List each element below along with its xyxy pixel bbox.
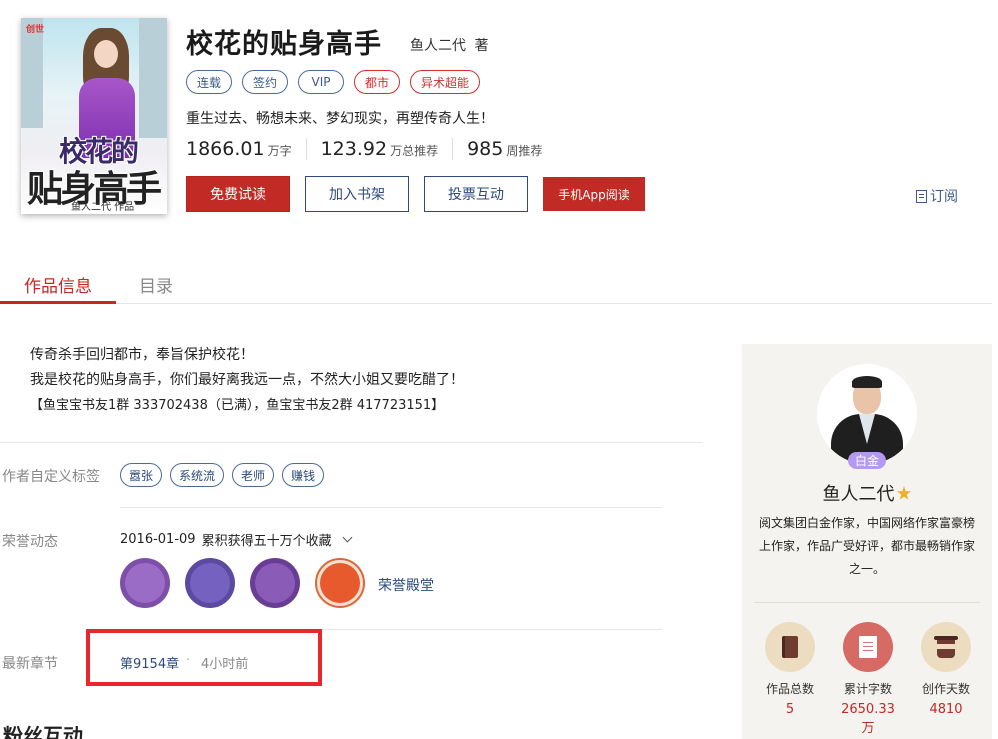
avatar-hair [852,376,882,388]
book-stats: 1866.01 万字 123.92 万总推荐 985 周推荐 [186,138,570,160]
stat-value: 985 [467,138,504,160]
vote-button[interactable]: 投票互动 [424,176,528,212]
stat-circle [843,622,893,672]
star-icon [896,486,912,500]
stat-label: 作品总数 [765,682,814,696]
divider [0,442,703,443]
document-icon [859,636,877,658]
author-stat-words: 累计字数 2650.33万 [838,622,898,736]
stat-unit: 周推荐 [506,144,543,158]
stat-word-count: 1866.01 万字 [186,138,307,160]
description-line: 我是校花的贴身高手，你们最好离我远一点，不然大小姐又要吃醋了！ [30,372,464,388]
badge-fist-icon[interactable] [185,558,235,608]
chevron-down-icon [342,532,353,543]
stat-week-recommend: 985 周推荐 [467,138,556,160]
stat-unit: 万总推荐 [390,144,439,158]
latest-chapter-link[interactable]: 第9154章 [120,653,179,672]
latest-chapter-time: 4小时前 [201,657,249,672]
badge-inner [190,563,230,603]
author-name-text: 鱼人二代 [822,484,895,505]
stat-value: 1866.01 [186,138,265,160]
stat-total-recommend: 123.92 万总推荐 [321,138,454,160]
badge-inner [320,563,360,603]
cover-logo: 创世 [26,25,45,35]
avatar[interactable] [817,364,917,464]
stat-label: 创作天数 [921,682,970,696]
tab-book-info[interactable]: 作品信息 [0,272,116,304]
author-stat-days: 创作天数 4810 [916,622,976,717]
author-name[interactable]: 鱼人二代 [742,480,992,506]
book-tagline: 重生过去、畅想未来、梦幻现实，再塑传奇人生！ [186,111,494,127]
stat-circle [765,622,815,672]
custom-tags-label: 作者自定义标签 [2,469,100,485]
author-stat-works: 作品总数 5 [760,622,820,717]
stat-label: 累计字数 [843,682,892,696]
subscribe-link[interactable]: 订阅 [916,186,958,206]
stat-value: 5 [785,702,795,717]
add-shelf-button[interactable]: 加入书架 [305,176,409,212]
custom-tag[interactable]: 系统流 [170,463,225,487]
badge-five-star-icon[interactable] [120,558,170,608]
honor-text: 累积获得五十万个收藏 [201,534,332,549]
custom-tags: 嚣张 系统流 老师 赚钱 [120,463,325,487]
tag-vip: VIP [298,70,345,94]
honor-hall-link[interactable]: 荣誉殿堂 [378,575,434,595]
stat-unit: 万字 [267,144,292,158]
subscribe-label: 订阅 [930,189,958,205]
author-suffix: 著 [474,38,489,54]
book-cover[interactable]: 创世 校花的 贴身高手 鱼人二代 作品 [21,18,167,214]
tag-status: 连载 [186,70,233,94]
author-panel: 白金 鱼人二代 阅文集团白金作家，中国网络作家富豪榜上作家，作品广受好评，都市最… [742,344,992,739]
stat-circle [921,622,971,672]
honor-date: 2016-01-09 [120,532,196,547]
tag-signed: 签约 [242,70,289,94]
author-link[interactable]: 鱼人二代 [410,38,466,54]
tab-catalog[interactable]: 目录 [139,272,173,297]
free-read-button[interactable]: 免费试读 [186,176,290,212]
badge-inner [255,563,295,603]
book-author: 鱼人二代 著 [410,35,488,55]
badge-inner [125,563,165,603]
author-level-badge: 白金 [848,452,886,469]
stat-value: 2650.33万 [841,702,895,736]
stat-value: 123.92 [320,138,388,160]
divider [120,507,662,508]
honor-label: 荣誉动态 [2,534,58,550]
honor-dropdown[interactable]: 2016-01-09 累积获得五十万个收藏 [120,530,353,549]
book-description: 传奇杀手回归都市，奉旨保护校花！ 我是校花的贴身高手，你们最好离我远一点，不然大… [30,343,464,418]
badge-rocket-icon[interactable] [315,558,365,608]
cover-building [139,18,167,138]
coffee-cup-icon [934,636,958,658]
latest-chapter-label: 最新章节 [2,656,58,672]
stat-value: 4810 [929,702,963,717]
tag-category[interactable]: 都市 [354,70,401,94]
custom-tag[interactable]: 老师 [232,463,275,487]
document-icon [916,189,927,203]
author-bio: 阅文集团白金作家，中国网络作家富豪榜上作家，作品广受好评，都市最畅销作家之一。 [758,516,975,576]
description-line: 【鱼宝宝书友1群 333702438（已满），鱼宝宝书友2群 417723151… [30,398,445,413]
cover-figure-face [94,40,118,68]
tag-subcategory[interactable]: 异术超能 [410,70,481,94]
description-line: 传奇杀手回归都市，奉旨保护校花！ [30,347,254,363]
book-icon [782,636,798,658]
badge-quality-icon[interactable] [250,558,300,608]
custom-tag[interactable]: 赚钱 [282,463,325,487]
tab-bar: 作品信息 目录 [0,262,992,304]
divider [754,602,980,603]
app-read-button[interactable]: 手机App阅读 [543,177,645,211]
fans-section-title: 粉丝互动 [3,724,83,739]
separator: · [186,653,191,668]
book-title: 校花的贴身高手 [186,29,382,60]
cover-author: 鱼人二代 作品 [71,202,135,213]
custom-tag[interactable]: 嚣张 [120,463,163,487]
book-tags: 连载 签约 VIP 都市 异术超能 [186,70,481,94]
